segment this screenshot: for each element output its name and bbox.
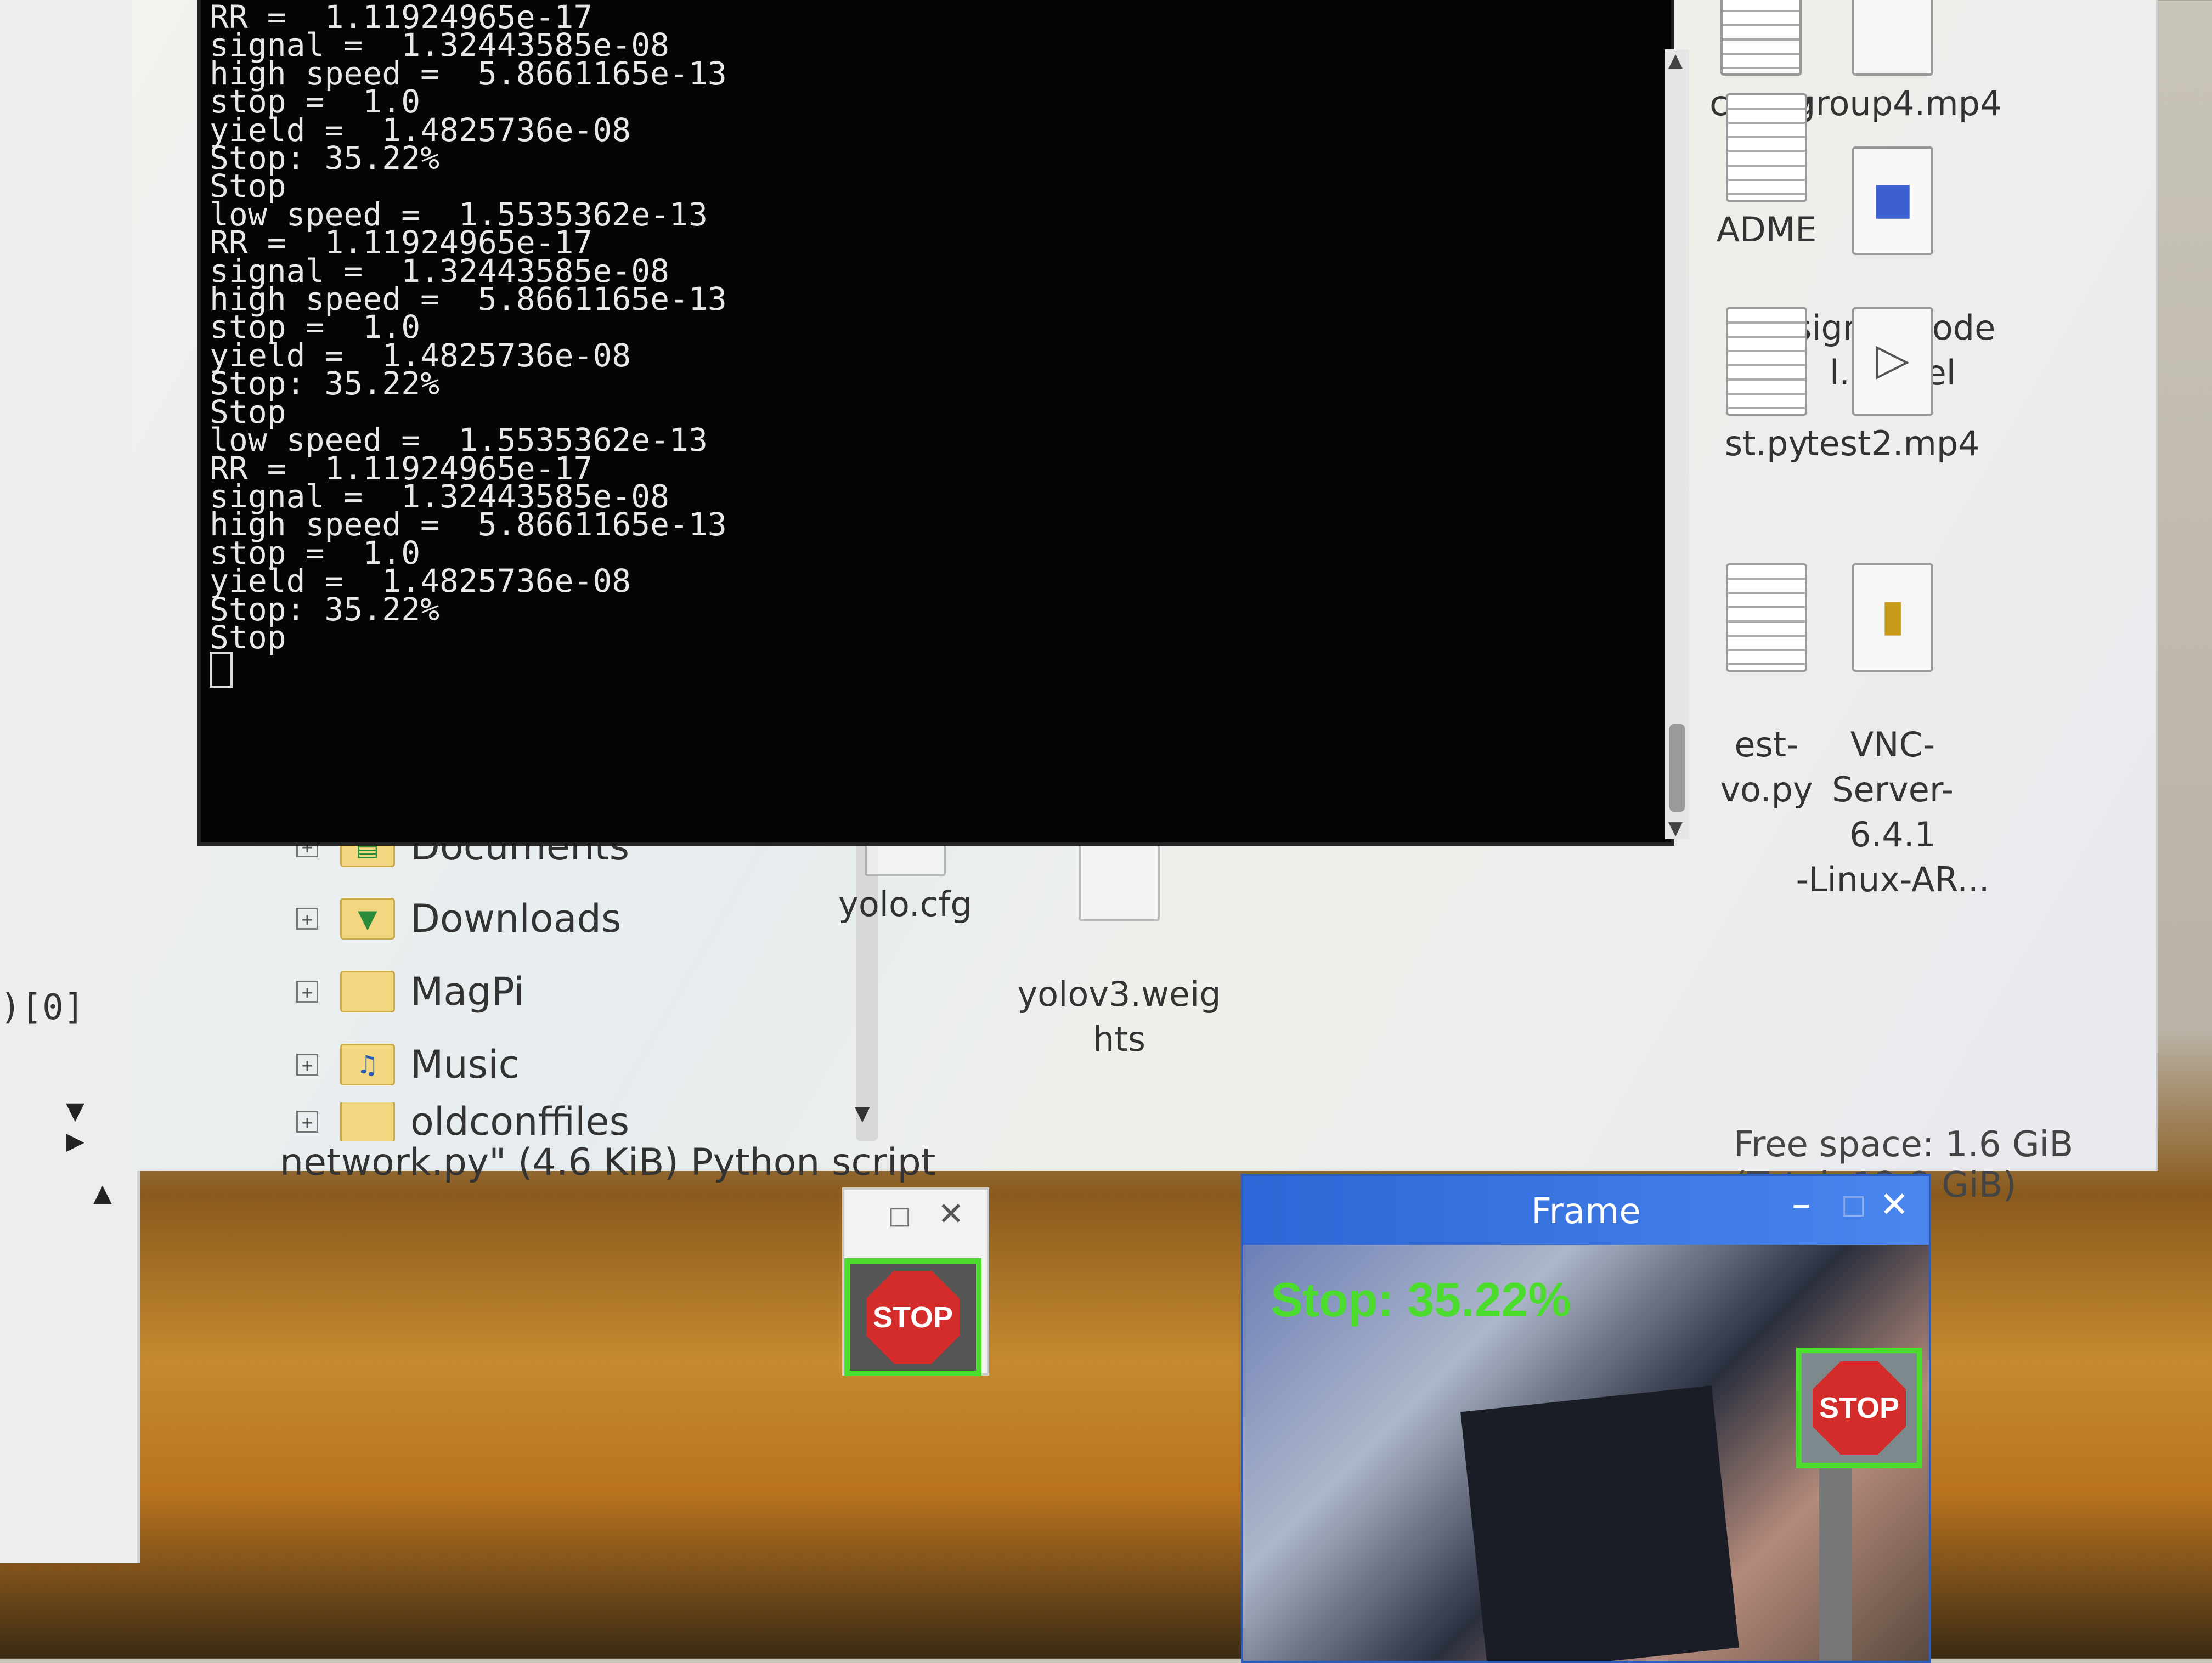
tree-item-downloads[interactable]: + ▼ Downloads bbox=[296, 889, 621, 949]
chevron-down-icon[interactable]: ▼ bbox=[855, 1102, 870, 1125]
music-folder-icon: ♫ bbox=[340, 1044, 395, 1085]
stop-sign-icon: STOP bbox=[1813, 1361, 1906, 1455]
scroll-up-icon[interactable]: ▲ bbox=[1668, 49, 1683, 71]
crop-window-titlebar[interactable]: □ ✕ bbox=[844, 1190, 987, 1239]
tree-item-oldconffiles[interactable]: + oldconffiles bbox=[296, 1102, 629, 1141]
file-vnc-server[interactable]: ▮ VNC- Server-6.4.1 -Linux-AR... bbox=[1794, 518, 1991, 947]
detection-box: STOP bbox=[1796, 1348, 1922, 1468]
terminal-window[interactable]: RR = 1.11924965e-17 signal = 1.32443585e… bbox=[198, 0, 1674, 846]
file-test2-mp4[interactable]: ▷ test2.mp4 bbox=[1794, 307, 1991, 466]
terminal-output: RR = 1.11924965e-17 signal = 1.32443585e… bbox=[201, 0, 1671, 699]
expand-icon[interactable]: + bbox=[296, 1054, 318, 1076]
crop-window[interactable]: □ ✕ STOP bbox=[842, 1187, 989, 1376]
scroll-up-arrow-icon[interactable]: ▲ bbox=[93, 1179, 112, 1207]
minimize-icon[interactable]: – bbox=[1792, 1181, 1811, 1226]
maximize-icon[interactable]: □ bbox=[1841, 1189, 1866, 1220]
frame-titlebar[interactable]: Frame – □ ✕ bbox=[1243, 1176, 1929, 1245]
scroll-right-arrow-icon[interactable]: ▶ bbox=[66, 1127, 84, 1155]
downloads-folder-icon: ▼ bbox=[340, 898, 395, 940]
text-file-icon bbox=[1720, 0, 1802, 76]
status-selected-file: network.py" (4.6 KiB) Python script bbox=[280, 1141, 936, 1184]
tree-item-music[interactable]: + ♫ Music bbox=[296, 1034, 520, 1095]
expand-icon[interactable]: + bbox=[296, 1111, 318, 1133]
scroll-down-icon[interactable]: ▼ bbox=[1668, 817, 1683, 839]
scrollbar-thumb[interactable] bbox=[1669, 724, 1685, 812]
archive-file-icon: ▮ bbox=[1852, 563, 1933, 672]
left-side-pane bbox=[0, 0, 140, 1563]
frame-window[interactable]: Frame – □ ✕ STOP Stop: 35.22% bbox=[1241, 1174, 1931, 1663]
terminal-cursor bbox=[210, 652, 233, 688]
stop-sign-icon: STOP bbox=[866, 1270, 960, 1364]
video-file-icon bbox=[1852, 0, 1933, 76]
folder-icon bbox=[340, 971, 395, 1012]
side-code-fragment: )[0] bbox=[0, 987, 85, 1028]
camera-feed: STOP Stop: 35.22% bbox=[1243, 1245, 1929, 1661]
terminal-line: Stop bbox=[210, 618, 286, 656]
maximize-icon[interactable]: □ bbox=[888, 1202, 911, 1230]
folder-icon bbox=[340, 1102, 395, 1141]
expand-icon[interactable]: + bbox=[296, 908, 318, 930]
close-icon[interactable]: ✕ bbox=[938, 1195, 964, 1232]
expand-icon[interactable]: + bbox=[296, 981, 318, 1003]
dark-object bbox=[1460, 1385, 1739, 1661]
model-file-icon: ■ bbox=[1852, 146, 1933, 255]
terminal-scrollbar[interactable]: ▲ ▼ bbox=[1665, 49, 1689, 839]
window-title: Frame bbox=[1531, 1191, 1641, 1232]
video-file-icon: ▷ bbox=[1852, 307, 1933, 416]
detection-label: Stop: 35.22% bbox=[1271, 1272, 1571, 1327]
scroll-down-arrow-icon[interactable]: ▼ bbox=[66, 1097, 84, 1125]
sign-pole bbox=[1819, 1464, 1852, 1661]
close-icon[interactable]: ✕ bbox=[1880, 1185, 1909, 1225]
detection-box: STOP bbox=[844, 1258, 981, 1376]
tree-item-magpi[interactable]: + MagPi bbox=[296, 961, 524, 1022]
